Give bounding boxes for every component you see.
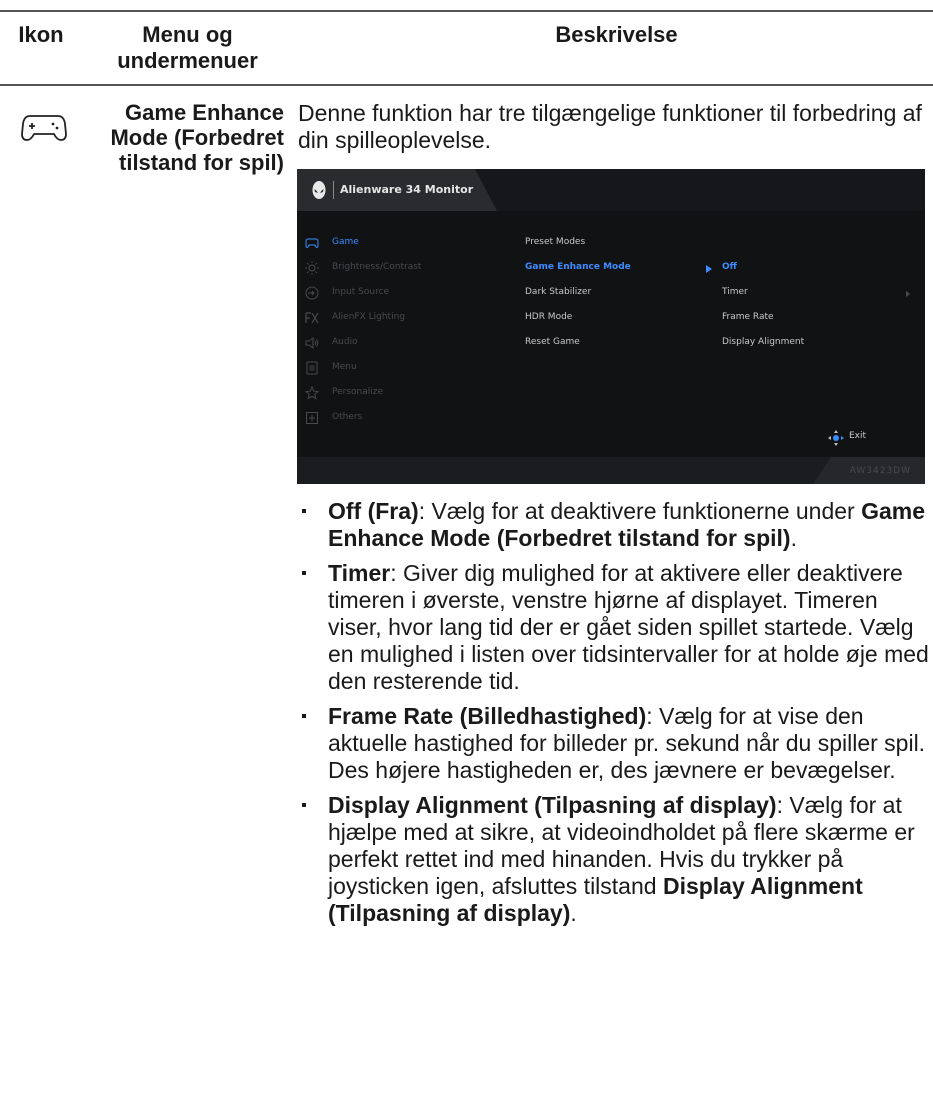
osd-menu-label: Input Source [332,287,390,297]
osd-submenu-item[interactable]: Dark Stabilizer [525,287,591,297]
header-bottom-rule [0,84,933,86]
osd-option[interactable]: Timer [722,287,748,297]
osd-menu-label: Brightness/Contrast [332,262,422,272]
alienware-logo-icon [312,181,326,199]
osd-header-separator [333,181,334,199]
header-description-column: Beskrivelse [555,22,678,47]
speaker-icon [305,337,319,349]
osd-option[interactable]: Frame Rate [722,312,774,322]
row-intro-text: Denne funktion har tre tilgængelige funk… [298,100,922,153]
osd-menu-item-brightness[interactable]: Brightness/Contrast [305,258,505,278]
selection-arrow-icon [706,265,712,273]
bullet-item: Display Alignment (Tilpasning af display… [300,792,930,927]
bullet-text: : Vælg for at deaktivere funktionerne un… [418,498,862,524]
chevron-right-icon [906,291,910,297]
bullet-text: . [790,525,797,551]
osd-menu-item-game[interactable]: Game [305,233,505,253]
bullet-text: . [570,900,577,926]
bullet-dot [302,714,306,718]
osd-menu-item-input-source[interactable]: Input Source [305,283,505,303]
osd-menu-label: AlienFX Lighting [332,312,405,322]
gamepad-icon [305,238,319,248]
feature-bullet-list: Off (Fra): Vælg for at deaktivere funkti… [300,498,930,935]
header-menu-column: Menu og undermenuer [117,22,258,73]
bullet-item: Frame Rate (Billedhastighed): Vælg for a… [300,703,930,784]
osd-menu-item-personalize[interactable]: Personalize [305,383,505,403]
gamepad-icon [21,115,67,141]
bullet-dot [302,571,306,575]
osd-menu-label: Menu [332,362,357,372]
osd-submenu-item-selected[interactable]: Game Enhance Mode [525,262,631,272]
fx-icon [305,312,319,324]
table-top-rule [0,10,933,12]
osd-menu-item-audio[interactable]: Audio [305,333,505,353]
osd-model-label: AW3423DW [849,466,911,476]
osd-exit-label[interactable]: Exit [849,431,866,441]
osd-menu-item-others[interactable]: Others [305,408,505,428]
brightness-icon [305,261,319,275]
input-icon [305,286,319,300]
osd-menu-item-alienfx[interactable]: AlienFX Lighting [305,308,505,328]
osd-option[interactable]: Display Alignment [722,337,804,347]
bullet-dot [302,803,306,807]
osd-submenu-item[interactable]: Preset Modes [525,237,585,247]
osd-menu-item-menu[interactable]: Menu [305,358,505,378]
bullet-item: Off (Fra): Vælg for at deaktivere funkti… [300,498,930,552]
bullet-dot [302,509,306,513]
bullet-item: Timer: Giver dig mulighed for at aktiver… [300,560,930,695]
bullet-term: Off (Fra) [328,498,419,524]
star-icon [305,386,319,400]
header-icon-column: Ikon [18,22,64,47]
osd-option-selected[interactable]: Off [722,262,737,272]
others-icon [306,412,318,424]
osd-menu-label: Game [332,237,359,247]
osd-menu-label: Others [332,412,363,422]
bullet-text: : Giver dig mulighed for at aktivere ell… [328,560,929,694]
bullet-term: Frame Rate (Billedhastighed) [328,703,647,729]
joystick-icon [828,430,844,446]
osd-menu-label: Personalize [332,387,384,397]
bullet-term: Display Alignment (Tilpasning af display… [328,792,777,818]
osd-menu-label: Audio [332,337,358,347]
osd-header-title: Alienware 34 Monitor [340,183,474,196]
menu-icon [306,361,318,375]
row-title: Game Enhance Mode (Forbedret tilstand fo… [110,100,284,175]
bullet-term: Timer [328,560,391,586]
osd-screenshot: Alienware 34 Monitor Game Brightness/Con… [297,169,925,484]
osd-submenu-item[interactable]: Reset Game [525,337,580,347]
osd-submenu-item[interactable]: HDR Mode [525,312,572,322]
